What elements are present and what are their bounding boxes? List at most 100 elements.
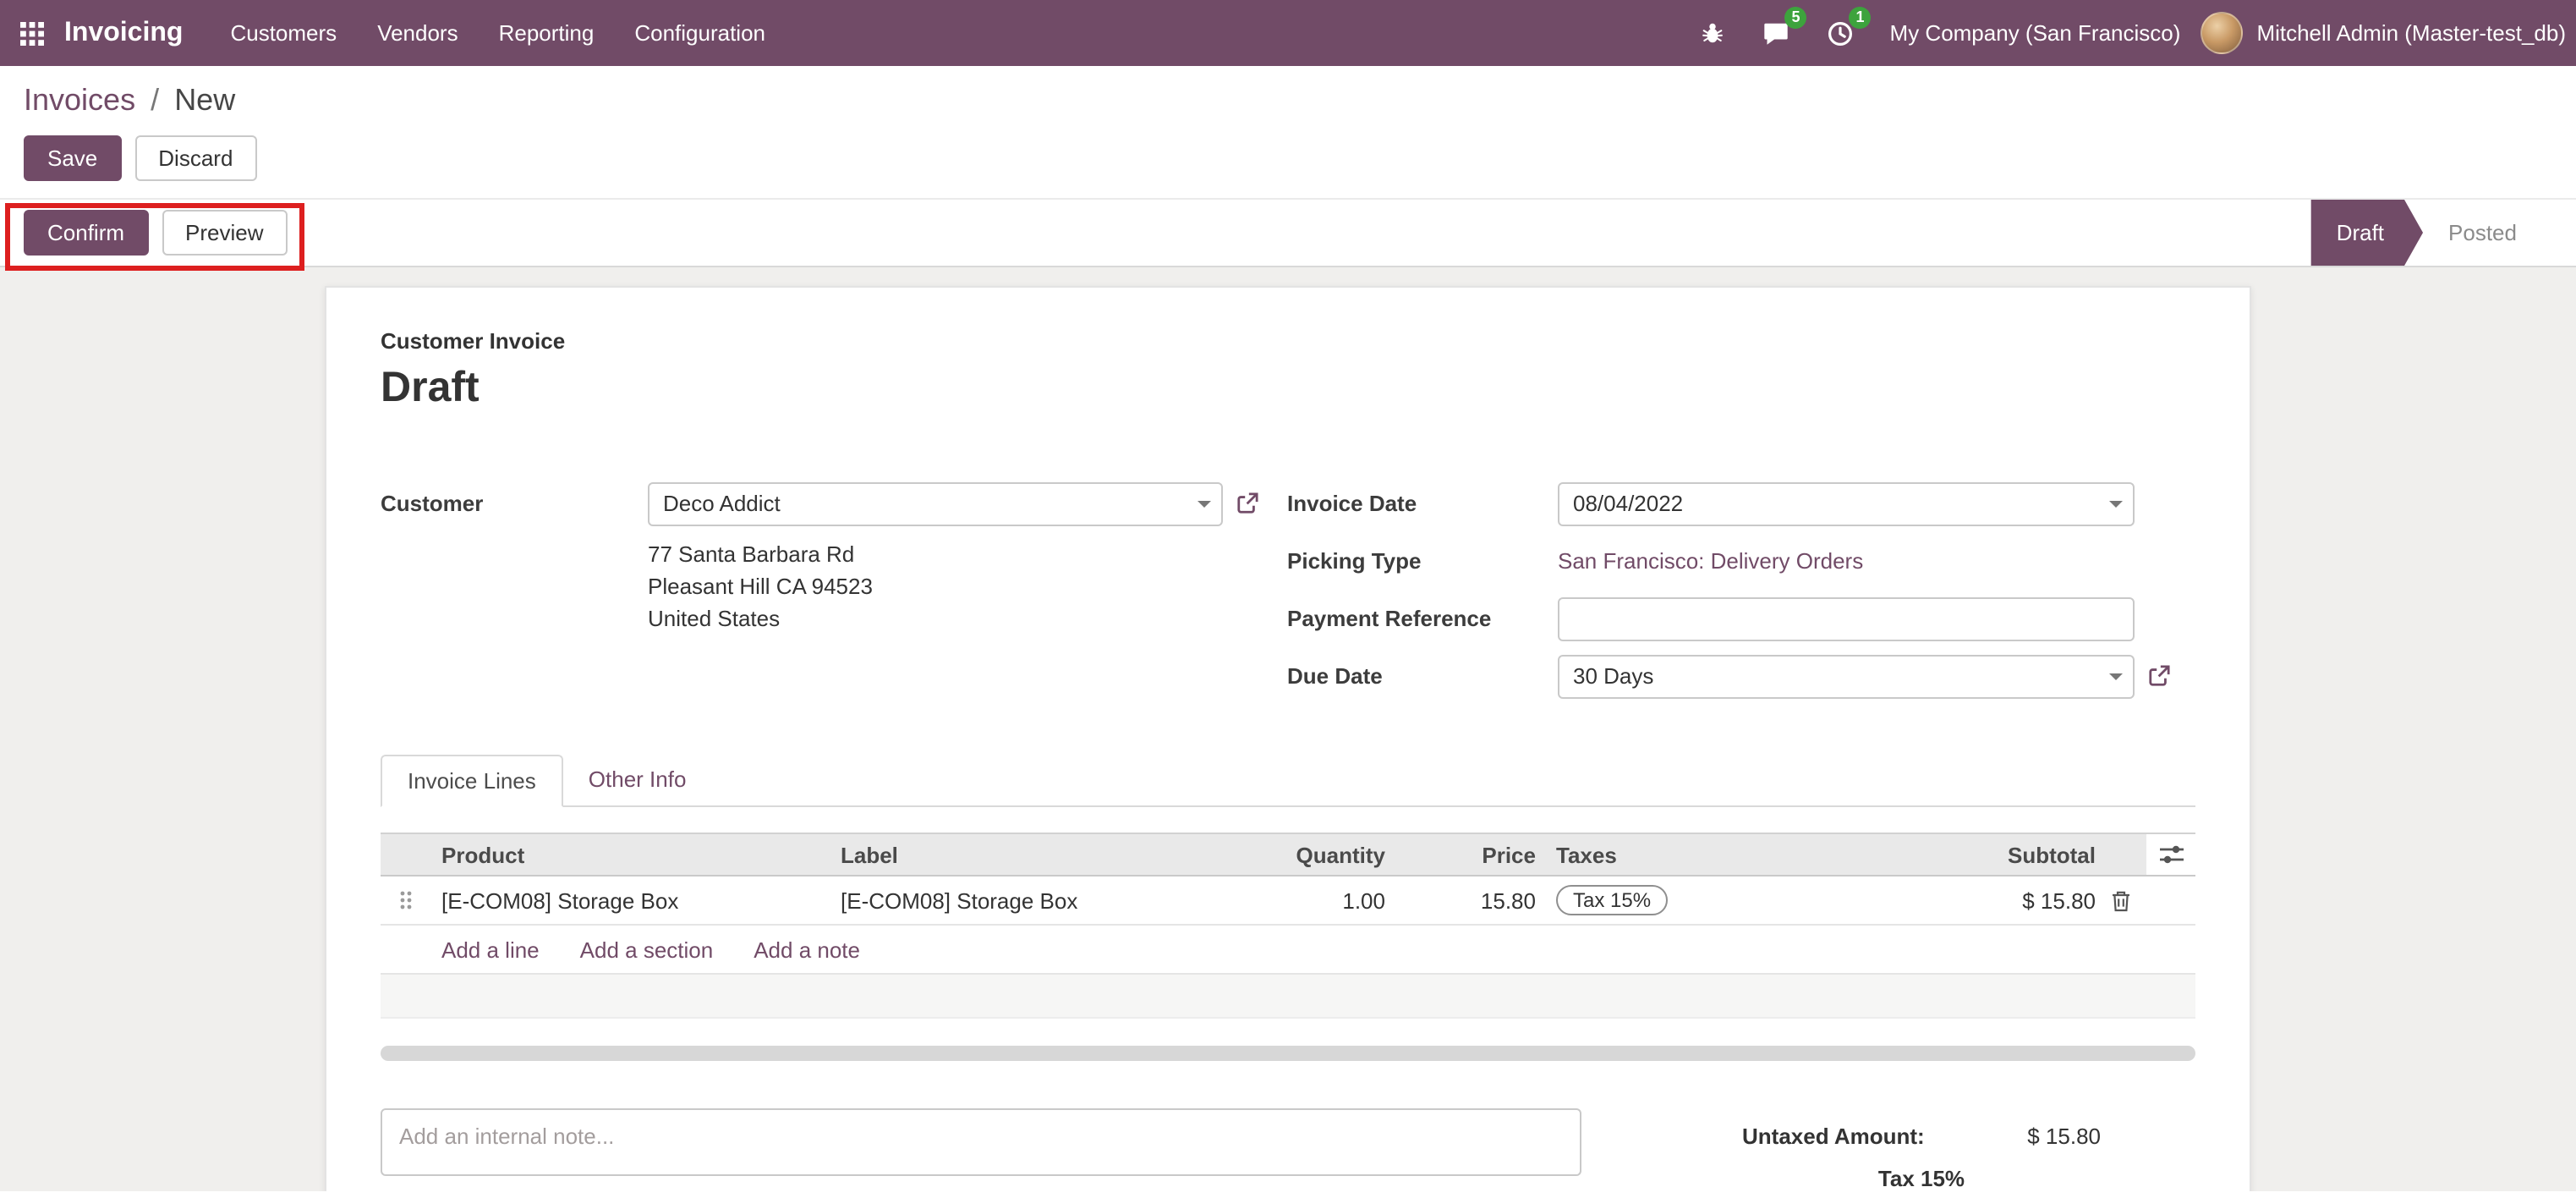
totals-block: Untaxed Amount: $ 15.80 Tax 15% [1742, 1108, 2101, 1191]
menu-reporting[interactable]: Reporting [479, 0, 615, 66]
add-a-note-link[interactable]: Add a note [754, 937, 860, 962]
due-date-row: Due Date [1287, 653, 2195, 699]
payment-reference-input[interactable] [1558, 596, 2135, 640]
discard-button[interactable]: Discard [134, 135, 257, 181]
tax-badge[interactable]: Tax 15% [1556, 885, 1669, 915]
app-name[interactable]: Invoicing [64, 18, 183, 48]
due-date-input[interactable] [1558, 654, 2135, 698]
user-menu[interactable]: Mitchell Admin (Master-test_db) [2256, 20, 2566, 46]
messages-menu[interactable]: 5 [1745, 0, 1809, 66]
sheet-bottom: Untaxed Amount: $ 15.80 Tax 15% [381, 1108, 2195, 1191]
sliders-icon [2159, 845, 2183, 864]
control-panel: Invoices / New Save Discard [0, 66, 2576, 198]
preview-button[interactable]: Preview [162, 210, 288, 256]
form-right-column: Invoice Date Picking Type San Francisco:… [1287, 481, 2195, 711]
navbar-right: 5 1 My Company (San Francisco) Mitchell … [1682, 0, 2566, 66]
cell-price[interactable]: 15.80 [1385, 888, 1536, 913]
untaxed-amount-value: $ 15.80 [2027, 1124, 2101, 1149]
drag-handle[interactable] [381, 890, 431, 910]
tab-other-info[interactable]: Other Info [563, 755, 712, 805]
statusbar-buttons: Confirm Preview [0, 200, 288, 266]
trash-icon [2113, 890, 2129, 911]
activities-menu[interactable]: 1 [1809, 0, 1873, 66]
row-gear-spacer [2146, 877, 2195, 924]
cell-taxes[interactable]: Tax 15% [1536, 885, 1952, 915]
activities-badge: 1 [1849, 7, 1872, 29]
header-subtotal[interactable]: Subtotal [1952, 842, 2096, 867]
top-navbar: Invoicing Customers Vendors Reporting Co… [0, 0, 2576, 66]
save-button[interactable]: Save [24, 135, 122, 181]
header-price[interactable]: Price [1385, 842, 1536, 867]
menu-customers[interactable]: Customers [210, 0, 357, 66]
bug-icon [1702, 23, 1724, 43]
table-row[interactable]: [E-COM08] Storage Box [E-COM08] Storage … [381, 877, 2195, 926]
header-label[interactable]: Label [837, 842, 1253, 867]
cell-subtotal: $ 15.80 [2022, 888, 2096, 913]
control-panel-buttons: Save Discard [24, 135, 2552, 181]
header-taxes[interactable]: Taxes [1536, 842, 1952, 867]
header-quantity[interactable]: Quantity [1253, 842, 1385, 867]
tab-invoice-lines[interactable]: Invoice Lines [381, 755, 563, 807]
apps-menu-icon[interactable] [0, 21, 64, 45]
drag-handle-icon [400, 891, 412, 909]
grid-icon [20, 21, 44, 45]
picking-type-row: Picking Type San Francisco: Delivery Ord… [1287, 538, 2195, 584]
add-a-line-link[interactable]: Add a line [441, 937, 540, 962]
invoice-date-input[interactable] [1558, 481, 2135, 525]
customer-external-link-icon[interactable] [1236, 492, 1258, 514]
picking-type-label: Picking Type [1287, 548, 1422, 574]
menu-configuration[interactable]: Configuration [614, 0, 786, 66]
header-product[interactable]: Product [431, 842, 837, 867]
breadcrumb: Invoices / New [24, 83, 2552, 118]
invoice-sheet: Customer Invoice Draft Customer Deco Add… [325, 286, 2251, 1191]
payment-reference-field [1558, 596, 2135, 640]
tax-total-label: Tax 15% [1877, 1166, 1965, 1191]
cell-quantity[interactable]: 1.00 [1253, 888, 1385, 913]
statusbar-stages: Draft Posted [2311, 200, 2542, 266]
customer-address: 77 Santa Barbara Rd Pleasant Hill CA 945… [648, 538, 1287, 635]
payment-reference-label: Payment Reference [1287, 606, 1492, 631]
delete-row-button[interactable] [2096, 889, 2146, 911]
payment-reference-row: Payment Reference [1287, 596, 2195, 641]
invoice-state-title: Draft [381, 364, 480, 411]
notebook: Invoice Lines Other Info Product Label Q… [381, 755, 2195, 1061]
form-left-column: Customer Deco Addict 77 Santa Barbara Rd… [381, 481, 1287, 711]
breadcrumb-invoices[interactable]: Invoices [24, 83, 135, 117]
add-a-section-link[interactable]: Add a section [580, 937, 714, 962]
untaxed-amount-label: Untaxed Amount: [1742, 1124, 1925, 1149]
app-window: Invoicing Customers Vendors Reporting Co… [0, 0, 2576, 1198]
cell-product[interactable]: [E-COM08] Storage Box [431, 888, 837, 913]
stage-draft[interactable]: Draft [2311, 200, 2423, 266]
breadcrumb-current: New [174, 83, 236, 117]
internal-note-input[interactable] [381, 1108, 1581, 1176]
breadcrumb-separator: / [151, 83, 160, 117]
user-avatar[interactable] [2201, 12, 2244, 54]
cell-label[interactable]: [E-COM08] Storage Box [837, 888, 1253, 913]
notebook-tabs: Invoice Lines Other Info [381, 755, 2195, 807]
due-date-field [1558, 654, 2135, 698]
customer-field-row: Customer [381, 481, 1287, 526]
invoice-date-label: Invoice Date [1287, 491, 1417, 516]
company-switcher[interactable]: My Company (San Francisco) [1890, 20, 2181, 46]
table-add-links: Add a line Add a section Add a note [381, 926, 2195, 975]
customer-input[interactable] [648, 481, 1223, 525]
navbar-left: Invoicing Customers Vendors Reporting Co… [0, 0, 786, 66]
horizontal-scrollbar[interactable] [381, 1046, 2195, 1061]
address-city: Pleasant Hill CA 94523 [648, 574, 873, 599]
address-street: 77 Santa Barbara Rd [648, 541, 855, 567]
debug-bug-icon[interactable] [1682, 0, 1745, 66]
picking-type-link[interactable]: San Francisco: Delivery Orders [1558, 548, 1863, 574]
document-type-label: Customer Invoice [381, 328, 566, 354]
menu-vendors[interactable]: Vendors [357, 0, 478, 66]
untaxed-amount-row: Untaxed Amount: $ 15.80 [1742, 1118, 2101, 1154]
table-empty-row [381, 975, 2195, 1019]
due-date-label: Due Date [1287, 663, 1383, 689]
customer-label: Customer [381, 491, 484, 516]
confirm-button[interactable]: Confirm [24, 210, 149, 256]
due-date-external-link-icon[interactable] [2148, 665, 2170, 687]
messages-badge: 5 [1784, 7, 1807, 29]
tax-total-row: Tax 15% [1742, 1161, 2101, 1191]
optional-columns-button[interactable] [2146, 834, 2195, 875]
stage-posted[interactable]: Posted [2423, 200, 2542, 266]
invoice-date-row: Invoice Date [1287, 481, 2195, 526]
